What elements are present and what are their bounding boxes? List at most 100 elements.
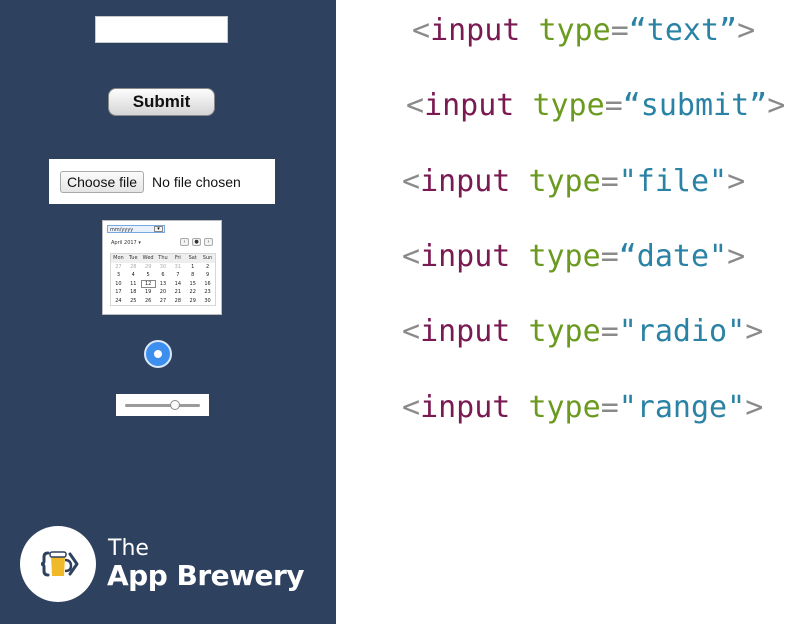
calendar-day[interactable]: 26: [141, 297, 156, 306]
calendar-day[interactable]: 10: [111, 280, 126, 289]
code-tag: input: [424, 88, 515, 123]
calendar-day[interactable]: 4: [126, 271, 141, 280]
calendar-day[interactable]: 14: [170, 280, 185, 289]
app-brewery-logo-icon: [20, 526, 96, 602]
code-value: “text”: [628, 13, 738, 48]
weekday-label: Wed: [140, 254, 156, 263]
weekday-label: Tue: [125, 254, 141, 263]
weekday-label: Fri: [170, 254, 186, 263]
calendar-day[interactable]: 11: [126, 280, 141, 289]
demo-text-input[interactable]: [95, 16, 228, 43]
calendar-day[interactable]: 27: [156, 297, 171, 306]
calendar-day[interactable]: 5: [141, 271, 156, 280]
calendar-day[interactable]: 1: [185, 263, 200, 272]
code-line-text: <input type=“text”>: [412, 13, 755, 48]
calendar-day[interactable]: 8: [185, 271, 200, 280]
code-bracket: >: [737, 13, 756, 48]
code-line-radio: <input type="radio">: [402, 314, 763, 349]
weekday-label: Mon: [111, 254, 126, 263]
code-bracket: <: [402, 314, 421, 349]
demo-file-input[interactable]: Choose file No file chosen: [49, 159, 275, 204]
code-bracket: >: [745, 390, 764, 425]
calendar-month-label[interactable]: April 2017 ▾: [111, 240, 141, 246]
code-bracket: <: [402, 239, 421, 274]
calendar-day[interactable]: 2: [200, 263, 215, 272]
calendar-day[interactable]: 29: [141, 263, 156, 272]
code-value: "radio": [618, 314, 746, 349]
brand-line-2: App Brewery: [107, 559, 305, 592]
demo-radio-button[interactable]: [144, 340, 172, 368]
code-eq: =: [600, 239, 619, 274]
code-tag: input: [420, 239, 511, 274]
code-value: “submit”: [622, 88, 768, 123]
code-bracket: >: [767, 88, 786, 123]
code-tag: input: [430, 13, 521, 48]
code-eq: =: [600, 164, 619, 199]
date-dropdown-icon[interactable]: ▾: [154, 226, 163, 232]
calendar-day[interactable]: 6: [156, 271, 171, 280]
calendar-day[interactable]: 16: [200, 280, 215, 289]
calendar-next-button[interactable]: ›: [204, 238, 213, 246]
code-bracket: <: [406, 88, 425, 123]
calendar-day[interactable]: 30: [200, 297, 215, 306]
code-value: "file": [618, 164, 728, 199]
weekday-label: Sat: [185, 254, 201, 263]
code-attr: type: [528, 390, 601, 425]
calendar-day[interactable]: 21: [170, 288, 185, 297]
demo-panel: Submit Choose file No file chosen mm/yyy…: [0, 0, 336, 624]
range-thumb[interactable]: [169, 400, 180, 410]
calendar-week-row: 10 11 12 13 14 15 16: [111, 279, 215, 289]
demo-submit-button[interactable]: Submit: [108, 88, 215, 116]
code-attr: type: [532, 88, 605, 123]
calendar-day[interactable]: 17: [111, 288, 126, 297]
code-attr: type: [528, 314, 601, 349]
calendar-day[interactable]: 30: [156, 263, 171, 272]
calendar-day[interactable]: 25: [126, 297, 141, 306]
calendar-day[interactable]: 7: [170, 271, 185, 280]
calendar-week-row: 3 4 5 6 7 8 9: [111, 271, 215, 280]
calendar-day[interactable]: 19: [141, 288, 156, 297]
weekday-label: Thu: [155, 254, 171, 263]
calendar-week-row: 27 28 29 30 31 1 2: [111, 263, 215, 272]
code-value: “date": [618, 239, 728, 274]
calendar-day[interactable]: 28: [126, 263, 141, 272]
code-line-range: <input type="range">: [402, 390, 763, 425]
range-track[interactable]: [125, 404, 200, 407]
code-attr: type: [528, 239, 601, 274]
demo-range-slider[interactable]: [116, 394, 209, 416]
code-line-submit: <input type=“submit”>: [406, 88, 785, 123]
file-status-text: No file chosen: [152, 173, 241, 190]
calendar-day[interactable]: 13: [156, 280, 171, 289]
code-bracket: <: [402, 390, 421, 425]
calendar-day-today[interactable]: 12: [140, 279, 156, 288]
code-eq: =: [600, 390, 619, 425]
calendar-day[interactable]: 22: [185, 288, 200, 297]
calendar-weekday-row: Mon Tue Wed Thu Fri Sat Sun: [111, 254, 215, 263]
code-tag: input: [420, 164, 511, 199]
demo-date-picker[interactable]: mm/yyyy ▾ April 2017 ▾ ‹ ● › Mon Tue Wed…: [102, 220, 222, 315]
code-bracket: <: [412, 13, 431, 48]
calendar-day[interactable]: 18: [126, 288, 141, 297]
code-bracket: >: [745, 314, 764, 349]
code-value: "range": [618, 390, 746, 425]
code-tag: input: [420, 390, 511, 425]
calendar-today-button[interactable]: ●: [192, 238, 201, 246]
calendar-day[interactable]: 24: [111, 297, 126, 306]
code-tag: input: [420, 314, 511, 349]
calendar-day[interactable]: 9: [200, 271, 215, 280]
calendar-week-row: 17 18 19 20 21 22 23: [111, 288, 215, 297]
calendar-day[interactable]: 28: [170, 297, 185, 306]
calendar-day[interactable]: 3: [111, 271, 126, 280]
calendar-day[interactable]: 27: [111, 263, 126, 272]
calendar-week-row: 24 25 26 27 28 29 30: [111, 297, 215, 306]
calendar-day[interactable]: 15: [185, 280, 200, 289]
code-eq: =: [610, 13, 629, 48]
choose-file-button[interactable]: Choose file: [60, 170, 145, 193]
code-bracket: >: [727, 239, 746, 274]
calendar-prev-button[interactable]: ‹: [180, 238, 189, 246]
calendar-day[interactable]: 20: [156, 288, 171, 297]
calendar-day[interactable]: 29: [185, 297, 200, 306]
calendar-day[interactable]: 23: [200, 288, 215, 297]
calendar-day[interactable]: 31: [170, 263, 185, 272]
code-attr: type: [538, 13, 611, 48]
